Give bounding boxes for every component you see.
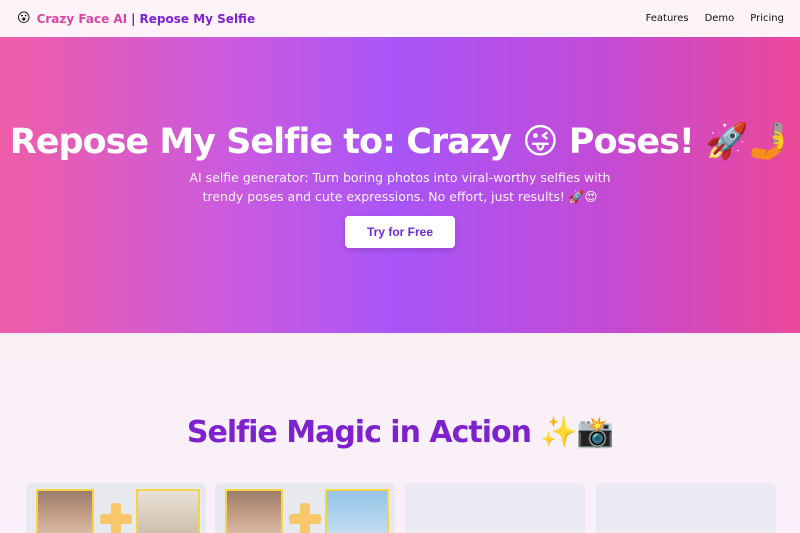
demo-card-placeholder	[596, 483, 776, 533]
plus-icon	[100, 503, 132, 533]
reposed-selfie-image	[136, 489, 200, 533]
original-selfie-image	[225, 489, 283, 533]
demo-section: Selfie Magic in Action ✨📸	[0, 333, 800, 533]
hero-banner: Repose My Selfie to: Crazy 😜 Poses! 🚀🤳 A…	[0, 37, 800, 333]
nav-link-demo[interactable]: Demo	[705, 13, 735, 24]
nav-links: Features Demo Pricing	[646, 13, 784, 24]
try-for-free-button[interactable]: Try for Free	[345, 216, 455, 248]
demo-card[interactable]	[215, 483, 395, 533]
demo-section-title: Selfie Magic in Action ✨📸	[186, 415, 614, 450]
original-selfie-image	[36, 489, 94, 533]
reposed-selfie-image	[325, 489, 389, 533]
hero-subtitle: AI selfie generator: Turn boring photos …	[189, 170, 611, 204]
demo-card-placeholder	[405, 483, 585, 533]
nav-link-pricing[interactable]: Pricing	[750, 13, 784, 24]
plus-icon	[289, 503, 321, 533]
brand-separator: |	[131, 11, 136, 26]
brand-name-secondary: Repose My Selfie	[139, 11, 256, 26]
brand-name-primary: Crazy Face AI	[36, 11, 128, 26]
top-navbar: 😮 Crazy Face AI | Repose My Selfie Featu…	[0, 0, 800, 37]
brand-emoji-icon: 😮	[17, 11, 31, 26]
brand-logo[interactable]: 😮 Crazy Face AI | Repose My Selfie	[17, 11, 255, 26]
hero-title: Repose My Selfie to: Crazy 😜 Poses! 🚀🤳	[9, 122, 791, 162]
demo-card[interactable]	[26, 483, 206, 533]
nav-link-features[interactable]: Features	[646, 13, 689, 24]
